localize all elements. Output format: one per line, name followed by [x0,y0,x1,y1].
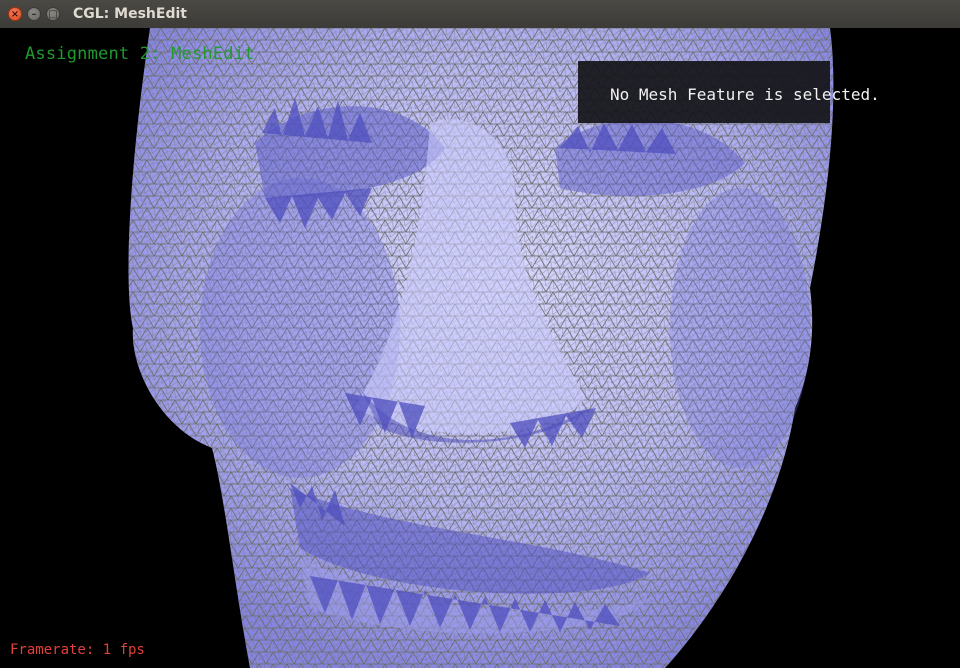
info-panel: No Mesh Feature is selected. [578,61,880,123]
app-title: Assignment 2: MeshEdit [25,44,255,64]
mesh-viewport[interactable]: Assignment 2: MeshEdit No Mesh Feature i… [0,28,960,668]
minimize-icon[interactable]: – [27,7,41,21]
maximize-icon[interactable]: □ [46,7,60,21]
close-icon[interactable]: × [8,7,22,21]
window-title: CGL: MeshEdit [73,6,187,22]
mesh-render[interactable] [0,28,960,668]
framerate-label: Framerate: 1 fps [10,642,145,658]
selection-status: No Mesh Feature is selected. [610,85,880,104]
application-window: × – □ CGL: MeshEdit Assignment 2: MeshEd… [0,0,960,668]
title-bar[interactable]: × – □ CGL: MeshEdit [0,0,960,29]
